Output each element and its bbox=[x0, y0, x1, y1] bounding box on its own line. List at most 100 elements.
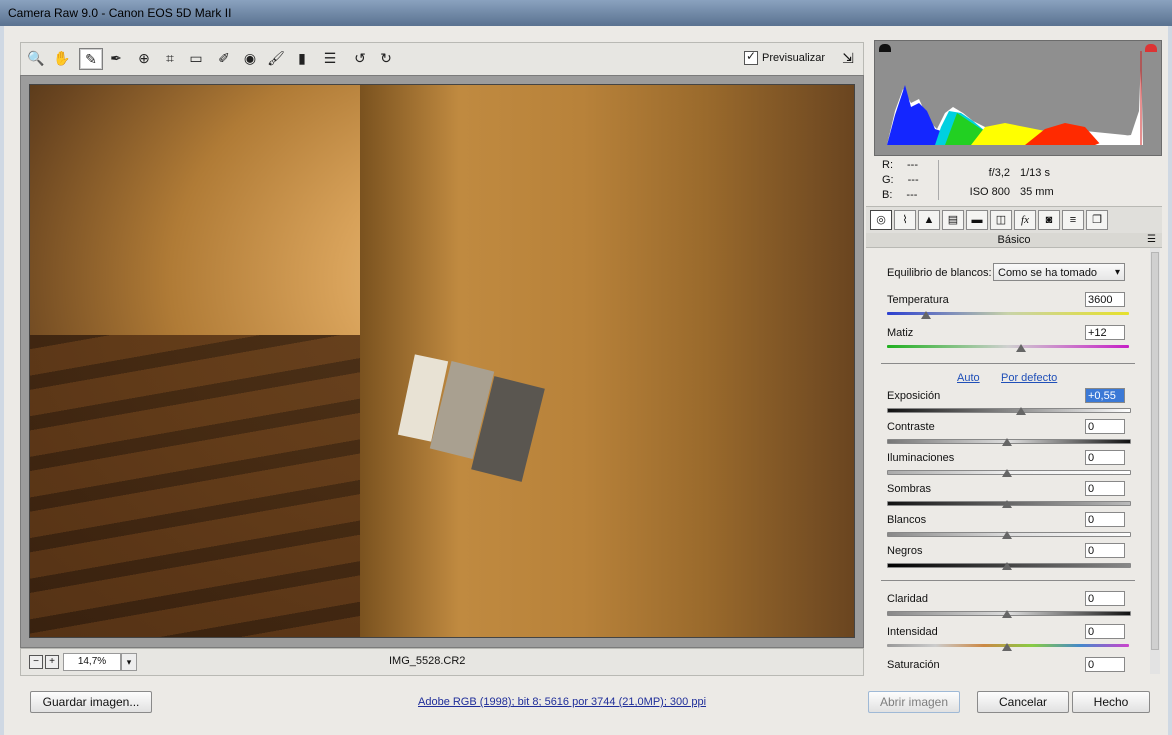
preview-label: Previsualizar bbox=[762, 52, 825, 64]
basic-panel: Equilibrio de blancos: Como se ha tomado… bbox=[866, 248, 1162, 674]
tint-slider[interactable] bbox=[887, 345, 1129, 348]
eye-icon[interactable]: ◉ bbox=[239, 48, 261, 68]
panel-title: Básico bbox=[997, 234, 1031, 246]
tab-presets-icon[interactable]: ≡ bbox=[1062, 210, 1084, 230]
contrast-input[interactable]: 0 bbox=[1085, 419, 1125, 434]
b-value: --- bbox=[906, 189, 918, 201]
tab-lens-corrections-icon[interactable]: ◫ bbox=[990, 210, 1012, 230]
iso: ISO 800 bbox=[969, 186, 1010, 198]
readout-panel: R: --- G: --- B: --- f/3,2 1/13 s ISO 800 35 … bbox=[874, 156, 1160, 204]
crop-icon[interactable]: ⌗ bbox=[159, 48, 181, 68]
whites-input[interactable]: 0 bbox=[1085, 512, 1125, 527]
exposure-thumb[interactable] bbox=[1016, 407, 1026, 415]
zoom-level-field[interactable]: 14,7% bbox=[63, 653, 121, 671]
wb-dropdown[interactable]: Como se ha tomado bbox=[993, 263, 1125, 282]
blacks-input[interactable]: 0 bbox=[1085, 543, 1125, 558]
clarity-thumb[interactable] bbox=[1002, 610, 1012, 618]
tab-split-toning-icon[interactable]: ▬ bbox=[966, 210, 988, 230]
panel-menu-icon[interactable]: ☰ bbox=[1147, 233, 1156, 247]
preview-checkbox[interactable] bbox=[744, 49, 759, 65]
workflow-options-link[interactable]: Adobe RGB (1998); bit 8; 5616 por 3744 (… bbox=[418, 696, 706, 708]
contrast-label: Contraste bbox=[887, 421, 935, 433]
saturation-label: Saturación bbox=[887, 659, 940, 671]
wb-value: Como se ha tomado bbox=[998, 267, 1098, 279]
tab-hsl-icon[interactable]: ▤ bbox=[942, 210, 964, 230]
exposure-slider[interactable] bbox=[887, 408, 1131, 413]
zoom-out-button[interactable]: − bbox=[29, 655, 43, 669]
shadows-thumb[interactable] bbox=[1002, 500, 1012, 508]
open-image-button[interactable]: Abrir imagen bbox=[868, 691, 960, 713]
brush-icon[interactable]: 🖌 bbox=[265, 48, 287, 68]
zoom-in-button[interactable]: + bbox=[45, 655, 59, 669]
color-sampler-icon[interactable]: ✒ bbox=[105, 48, 127, 68]
g-value: --- bbox=[907, 174, 919, 186]
zoom-dropdown-icon[interactable]: ▾ bbox=[121, 653, 137, 671]
saturation-input[interactable]: 0 bbox=[1085, 657, 1125, 672]
blacks-label: Negros bbox=[887, 545, 923, 557]
blacks-thumb[interactable] bbox=[1002, 562, 1012, 570]
title-bar: Camera Raw 9.0 - Canon EOS 5D Mark II bbox=[0, 0, 1172, 26]
contrast-thumb[interactable] bbox=[1002, 438, 1012, 446]
tab-snapshots-icon[interactable]: ❐ bbox=[1086, 210, 1108, 230]
whites-thumb[interactable] bbox=[1002, 531, 1012, 539]
vibrance-thumb[interactable] bbox=[1002, 643, 1012, 651]
r-value: --- bbox=[907, 159, 918, 171]
b-label: B: bbox=[882, 189, 893, 201]
tab-detail-icon[interactable]: ▲ bbox=[918, 210, 940, 230]
level-icon[interactable]: ▭ bbox=[185, 48, 207, 68]
scrollbar-thumb[interactable] bbox=[1151, 252, 1159, 650]
tab-camera-calibration-icon[interactable]: ◙ bbox=[1038, 210, 1060, 230]
readout-divider bbox=[938, 160, 939, 200]
focal-length: 35 mm bbox=[1020, 186, 1054, 198]
toolbar: 🔍 ✋ ✎ ✒ ⊕ ⌗ ▭ ✐ ◉ 🖌 ▮ ☰ ↺ ↻ Previsualiza… bbox=[20, 42, 864, 76]
preview-toggle[interactable]: Previsualizar bbox=[744, 49, 825, 65]
magnifier-icon[interactable]: 🔍 bbox=[25, 48, 47, 68]
photo-preview bbox=[29, 84, 855, 638]
panel-tabs: ◎ ⌇ ▲ ▤ ▬ ◫ fx ◙ ≡ ❐ bbox=[866, 206, 1162, 234]
eyedropper-icon[interactable]: ✎ bbox=[79, 48, 103, 70]
aperture: f/3,2 bbox=[988, 167, 1010, 179]
rotate-ccw-icon[interactable]: ↺ bbox=[349, 48, 371, 68]
cancel-button[interactable]: Cancelar bbox=[977, 691, 1069, 713]
church-pews bbox=[30, 335, 390, 637]
highlights-thumb[interactable] bbox=[1002, 469, 1012, 477]
tab-basic-icon[interactable]: ◎ bbox=[870, 210, 892, 230]
exposure-input[interactable]: +0,55 bbox=[1085, 388, 1125, 403]
exposure-label: Exposición bbox=[887, 390, 941, 402]
graduated-filter-icon[interactable]: ▮ bbox=[291, 48, 313, 68]
clarity-input[interactable]: 0 bbox=[1085, 591, 1125, 606]
whites-label: Blancos bbox=[887, 514, 927, 526]
panel-scrollbar[interactable] bbox=[1150, 248, 1160, 674]
footer: Guardar imagen... Adobe RGB (1998); bit … bbox=[4, 676, 1168, 735]
highlight-clipping-icon[interactable] bbox=[1145, 44, 1157, 52]
default-link[interactable]: Por defecto bbox=[1001, 372, 1057, 384]
shadows-input[interactable]: 0 bbox=[1085, 481, 1125, 496]
hand-icon[interactable]: ✋ bbox=[51, 48, 73, 68]
target-icon[interactable]: ⊕ bbox=[133, 48, 155, 68]
vibrance-label: Intensidad bbox=[887, 626, 938, 638]
highlights-input[interactable]: 0 bbox=[1085, 450, 1125, 465]
auto-link[interactable]: Auto bbox=[957, 372, 980, 384]
divider-1 bbox=[881, 363, 1135, 364]
save-image-button[interactable]: Guardar imagen... bbox=[30, 691, 152, 713]
r-label: R: bbox=[882, 159, 893, 171]
tint-thumb[interactable] bbox=[1016, 344, 1026, 352]
tab-effects-icon[interactable]: fx bbox=[1014, 210, 1036, 230]
panel-header: Básico ☰ bbox=[866, 233, 1162, 248]
list-icon[interactable]: ☰ bbox=[319, 48, 341, 68]
rotate-cw-icon[interactable]: ↻ bbox=[375, 48, 397, 68]
shadow-clipping-icon[interactable] bbox=[879, 44, 891, 52]
brush-heal-icon[interactable]: ✐ bbox=[213, 48, 235, 68]
g-label: G: bbox=[882, 174, 894, 186]
wb-label: Equilibrio de blancos: bbox=[887, 267, 992, 279]
fullscreen-icon[interactable]: ⇲ bbox=[839, 49, 857, 67]
temperature-thumb[interactable] bbox=[921, 311, 931, 319]
temperature-input[interactable]: 3600 bbox=[1085, 292, 1125, 307]
vibrance-input[interactable]: 0 bbox=[1085, 624, 1125, 639]
temperature-label: Temperatura bbox=[887, 294, 949, 306]
image-canvas[interactable] bbox=[20, 75, 864, 648]
tab-tone-curve-icon[interactable]: ⌇ bbox=[894, 210, 916, 230]
image-status-bar: − + 14,7% ▾ IMG_5528.CR2 bbox=[20, 648, 864, 676]
tint-input[interactable]: +12 bbox=[1085, 325, 1125, 340]
done-button[interactable]: Hecho bbox=[1072, 691, 1150, 713]
